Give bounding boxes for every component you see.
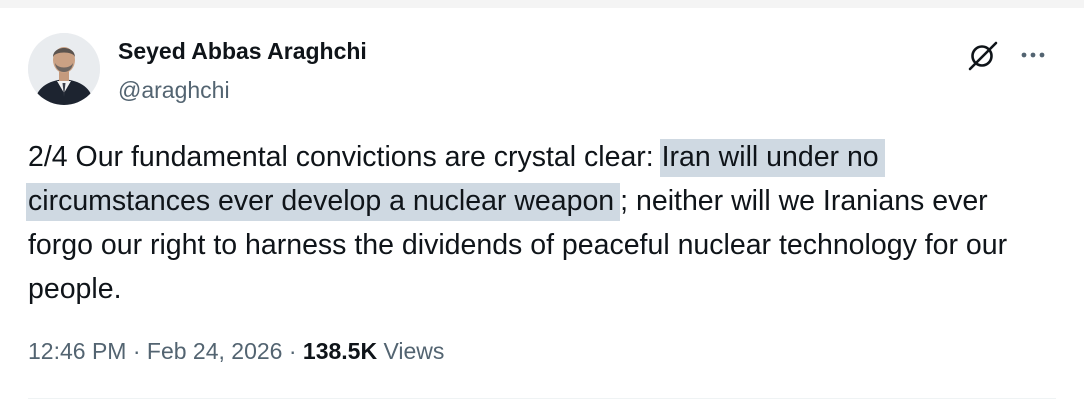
avatar-image (28, 33, 100, 105)
meta-separator: · (288, 338, 297, 364)
divider (28, 398, 1056, 399)
display-name[interactable]: Seyed Abbas Araghchi (118, 38, 367, 65)
meta-separator: · (132, 338, 141, 364)
tweet-card: Seyed Abbas Araghchi @araghchi 2/4 Our f… (0, 0, 1084, 404)
top-edge (0, 0, 1084, 8)
avatar[interactable] (28, 33, 100, 105)
tweet-time[interactable]: 12:46 PM (28, 338, 126, 364)
tweet-meta: 12:46 PM · Feb 24, 2026 · 138.5K Views (28, 338, 444, 365)
tweet-text-before: 2/4 Our fundamental convictions are crys… (28, 141, 662, 173)
handle[interactable]: @araghchi (118, 77, 230, 104)
views-label: Views (383, 338, 445, 364)
more-dots-icon[interactable] (1016, 38, 1050, 72)
views-count: 138.5K (302, 338, 378, 364)
tweet-text: 2/4 Our fundamental convictions are crys… (26, 135, 1058, 311)
tweet-date[interactable]: Feb 24, 2026 (147, 338, 283, 364)
grok-icon[interactable] (966, 38, 1000, 72)
